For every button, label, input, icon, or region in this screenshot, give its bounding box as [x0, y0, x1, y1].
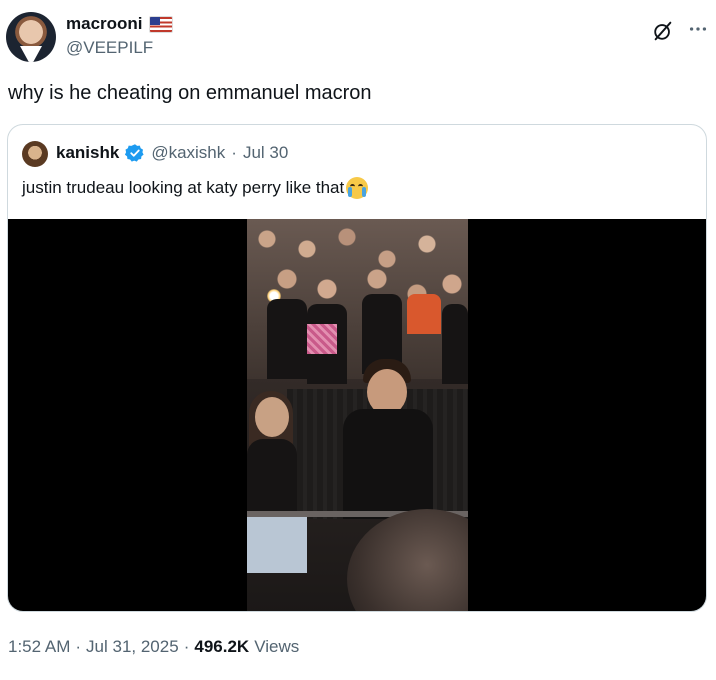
author-handle[interactable]: @VEEPILF [66, 38, 153, 58]
quoted-handle[interactable]: @kaxishk [151, 143, 225, 163]
quoted-display-name[interactable]: kanishk [56, 143, 119, 163]
us-flag-icon [148, 15, 173, 33]
author-name-row: macrooni [66, 14, 173, 34]
loudly-crying-face-icon [346, 177, 369, 199]
video-frame [247, 219, 468, 611]
video-player[interactable] [8, 219, 706, 611]
quoted-text-content: justin trudeau looking at katy perry lik… [22, 178, 345, 197]
separator-dot: · [183, 637, 190, 656]
quoted-date[interactable]: Jul 30 [243, 143, 288, 163]
tweet-time[interactable]: 1:52 AM [8, 637, 70, 657]
verified-badge-icon [125, 144, 144, 162]
quoted-header: kanishk @kaxishk · Jul 30 [56, 143, 288, 163]
grok-icon[interactable] [652, 20, 674, 42]
views-count: 496.2K [194, 637, 250, 656]
quoted-author-avatar[interactable] [22, 141, 48, 167]
tweet-date[interactable]: Jul 31, 2025 [86, 637, 179, 657]
author-display-name[interactable]: macrooni [66, 14, 143, 34]
more-options-icon[interactable] [686, 18, 710, 40]
tweet-text: why is he cheating on emmanuel macron [8, 82, 372, 104]
quoted-tweet[interactable]: kanishk @kaxishk · Jul 30 justin trudeau… [7, 124, 707, 612]
tweet-meta: 1:52 AM · Jul 31, 2025 · 496.2K Views [8, 637, 299, 657]
quoted-text: justin trudeau looking at katy perry lik… [22, 177, 369, 199]
views-label: Views [254, 637, 300, 656]
tweet-header: macrooni @VEEPILF [6, 10, 710, 64]
author-avatar[interactable] [6, 12, 56, 62]
separator-dot: · [231, 143, 237, 162]
separator-dot: · [75, 637, 82, 656]
